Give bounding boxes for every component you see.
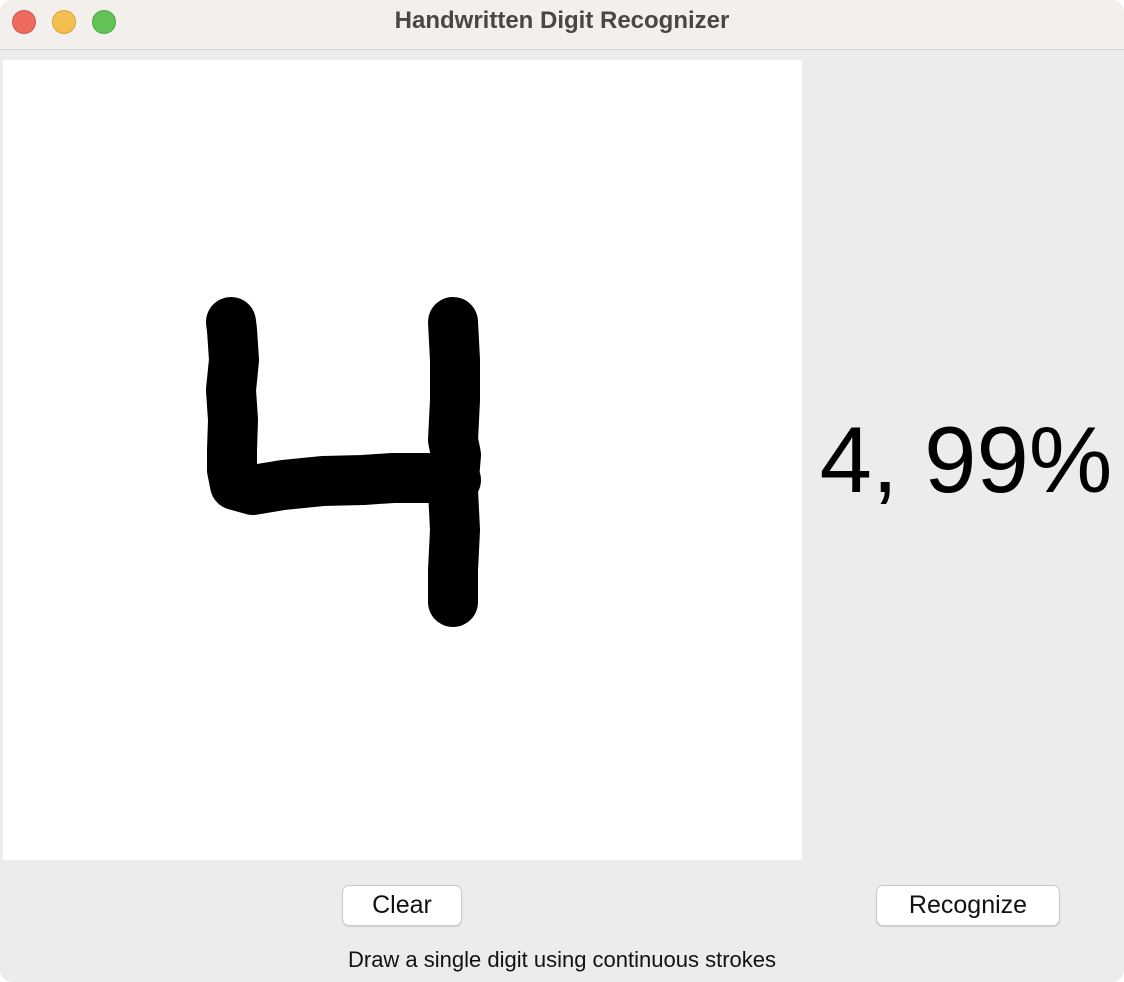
instruction-text: Draw a single digit using continuous str… — [347, 947, 776, 972]
prediction-result: 4, 99% — [819, 407, 1113, 512]
app-window: Handwritten Digit Recognizer 4, 99% Clea… — [0, 0, 1124, 982]
window-title: Handwritten Digit Recognizer — [394, 7, 730, 34]
stroke-left-vertical — [206, 297, 481, 515]
stroke-right-vertical — [428, 297, 481, 627]
recognize-button[interactable]: Recognize — [876, 885, 1060, 926]
drawing-canvas[interactable] — [3, 60, 802, 860]
title-bar: Handwritten Digit Recognizer — [0, 0, 1124, 50]
drawn-digit-strokes — [206, 297, 481, 627]
clear-button[interactable]: Clear — [342, 885, 462, 926]
